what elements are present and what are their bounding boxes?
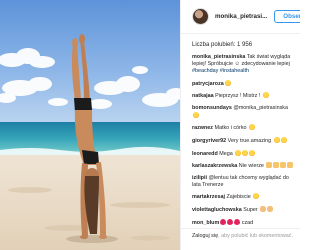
comment-author-link[interactable]: izilipii — [192, 175, 207, 181]
smiley-emoji-icon — [193, 111, 199, 118]
smiley-emoji-icon — [249, 149, 256, 156]
smiley-emoji-icon — [262, 92, 269, 99]
comment-text: @monika_pietrasinska — [231, 104, 288, 111]
comment-author-link[interactable]: leonaredd — [192, 151, 218, 157]
post-photo[interactable] — [0, 0, 180, 250]
smiley-emoji-icon — [253, 193, 260, 200]
smiley-emoji-icon — [249, 124, 256, 131]
smiley-emoji-icon — [273, 136, 280, 143]
comment-suffix: czad — [240, 219, 254, 226]
follow-button[interactable]: Obserwuj — [274, 10, 300, 23]
comment-item: monika_pietrasinska Tak świat wygląda le… — [192, 54, 296, 75]
login-prompt: Zaloguj się, aby polubić lub skomentować… — [181, 228, 300, 250]
clap-emoji-icon — [287, 162, 294, 169]
comment-item: violettagluchowska Super — [192, 205, 296, 214]
comment-author-link[interactable]: patrycjaroza — [192, 81, 224, 87]
comment-author-link[interactable]: natkajaa — [192, 93, 214, 99]
comment-text: Super — [241, 206, 260, 213]
comment-item: leonaredd Mega — [192, 149, 296, 158]
comment-author-link[interactable]: karlaszakrzewska — [192, 163, 237, 169]
likes-count[interactable]: Liczba polubień: 1 956 — [181, 34, 300, 54]
smiley-emoji-icon — [224, 79, 231, 86]
beach-handstand-image — [0, 0, 180, 250]
comment-item: patrycjaroza — [192, 79, 296, 88]
comment-item: karlaszakrzewska Nie wierze — [192, 162, 296, 170]
comment-item: mon_blum czad — [192, 218, 296, 227]
comment-text: Nie wierze — [237, 163, 266, 170]
comment-author-link[interactable]: giorgyriver92 — [192, 138, 226, 144]
username-link[interactable]: monika_pietrasi... — [215, 13, 267, 20]
comment-text: Mega — [217, 150, 235, 157]
comment-author-link[interactable]: martakrzesaj — [192, 194, 225, 200]
login-link[interactable]: Zaloguj się — [192, 233, 218, 239]
red-heart-emoji-icon — [220, 218, 227, 225]
comment-author-link[interactable]: mon_blum — [192, 220, 219, 226]
comments-list: monika_pietrasinska Tak świat wygląda le… — [181, 54, 300, 227]
post-side-panel: monika_pietrasi... Obserwuj Liczba polub… — [180, 0, 300, 250]
clap-emoji-icon — [273, 162, 280, 169]
muscle-emoji-icon — [267, 205, 274, 212]
comment-text: @lentuu tak chcemy wyglądać do lata Tren… — [192, 174, 289, 188]
smiley-emoji-icon — [280, 136, 287, 143]
comment-text: Zajebiscie — [224, 194, 253, 201]
instagram-post: monika_pietrasi... Obserwuj Liczba polub… — [0, 0, 300, 250]
comment-item: martakrzesaj Zajebiscie — [192, 193, 296, 201]
comment-author-link[interactable]: razwnez — [192, 125, 213, 131]
smiley-emoji-icon — [235, 149, 242, 156]
post-header: monika_pietrasi... Obserwuj — [181, 0, 300, 34]
red-heart-emoji-icon — [227, 218, 234, 225]
comment-hashtags[interactable]: #beachday #instahealth — [192, 68, 249, 74]
smiley-emoji-icon — [242, 149, 249, 156]
comment-item: giorgyriver92 Very true.amazing — [192, 136, 296, 145]
comment-item: bomonsundays @monika_pietrasinska — [192, 105, 296, 120]
clap-emoji-icon — [280, 162, 287, 169]
comment-item: natkajaa Pieprzysz ! Mistrz ! — [192, 92, 296, 100]
comment-item: izilipii @lentuu tak chcemy wyglądać do … — [192, 175, 296, 189]
comment-author-link[interactable]: monika_pietrasinska — [192, 54, 245, 60]
comment-text: Very true.amazing — [226, 137, 273, 144]
avatar[interactable] — [192, 8, 209, 25]
comment-item: razwnez Matko i córko — [192, 124, 296, 132]
comment-text: Pieprzysz ! Mistrz ! — [213, 93, 262, 100]
comment-text: Matko i córko — [212, 125, 249, 132]
login-prompt-text: , aby polubić lub skomentować. — [218, 233, 293, 239]
clap-emoji-icon — [266, 162, 273, 169]
comment-author-link[interactable]: violettagluchowska — [192, 207, 242, 213]
muscle-emoji-icon — [260, 205, 267, 212]
comment-author-link[interactable]: bomonsundays — [192, 105, 232, 111]
